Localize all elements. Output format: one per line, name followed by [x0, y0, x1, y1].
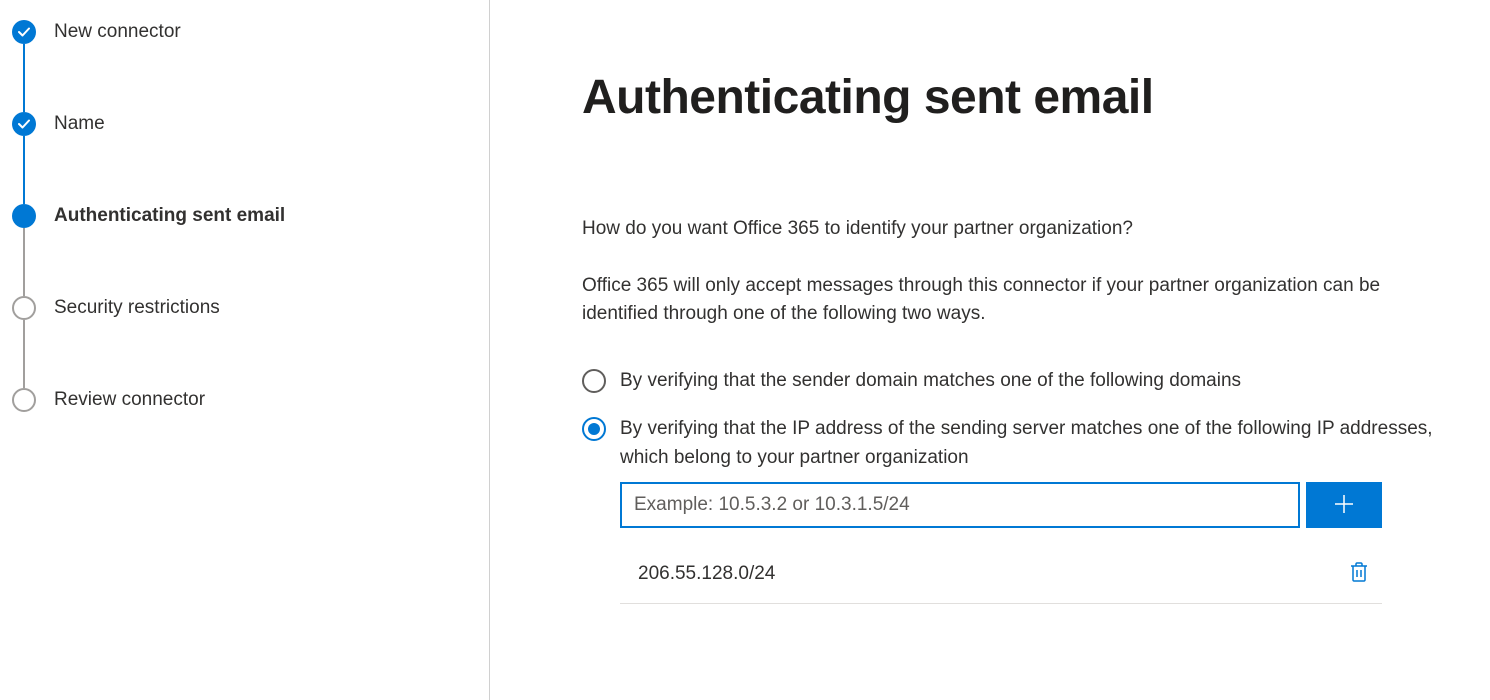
plus-icon — [1334, 494, 1354, 517]
trash-icon — [1350, 562, 1368, 585]
ip-address-input[interactable] — [620, 482, 1300, 528]
wizard-steps: New connector Name Authenticating sent e… — [12, 20, 489, 412]
upcoming-step-icon — [12, 388, 36, 412]
radio-option-ip[interactable]: By verifying that the IP address of the … — [582, 415, 1460, 472]
wizard-step-review[interactable]: Review connector — [12, 388, 489, 412]
wizard-step-label: Authenticating sent email — [54, 205, 285, 227]
wizard-step-label: Review connector — [54, 389, 205, 411]
radio-option-domain[interactable]: By verifying that the sender domain matc… — [582, 367, 1460, 396]
radio-circle-icon — [582, 369, 606, 393]
upcoming-step-icon — [12, 296, 36, 320]
ip-address-list: 206.55.128.0/24 — [620, 548, 1382, 604]
wizard-step-label: Security restrictions — [54, 297, 220, 319]
check-icon — [12, 112, 36, 136]
wizard-step-label: New connector — [54, 21, 181, 43]
current-step-icon — [12, 204, 36, 228]
radio-label: By verifying that the IP address of the … — [620, 415, 1460, 472]
description-text: Office 365 will only accept messages thr… — [582, 272, 1460, 329]
check-icon — [12, 20, 36, 44]
wizard-sidebar: New connector Name Authenticating sent e… — [0, 0, 490, 700]
ip-list-row: 206.55.128.0/24 — [620, 548, 1382, 604]
auth-method-radio-group: By verifying that the sender domain matc… — [582, 367, 1460, 473]
main-panel: Authenticating sent email How do you wan… — [490, 0, 1490, 700]
page-title: Authenticating sent email — [582, 70, 1460, 125]
wizard-step-security[interactable]: Security restrictions — [12, 296, 489, 388]
radio-circle-icon — [582, 417, 606, 441]
ip-address-value: 206.55.128.0/24 — [638, 563, 775, 585]
wizard-step-new-connector[interactable]: New connector — [12, 20, 489, 112]
question-text: How do you want Office 365 to identify y… — [582, 215, 1460, 244]
radio-label: By verifying that the sender domain matc… — [620, 367, 1241, 396]
add-ip-button[interactable] — [1306, 482, 1382, 528]
delete-ip-button[interactable] — [1346, 558, 1372, 589]
wizard-step-label: Name — [54, 113, 105, 135]
wizard-step-name[interactable]: Name — [12, 112, 489, 204]
ip-input-row — [620, 482, 1460, 528]
wizard-step-authenticating[interactable]: Authenticating sent email — [12, 204, 489, 296]
